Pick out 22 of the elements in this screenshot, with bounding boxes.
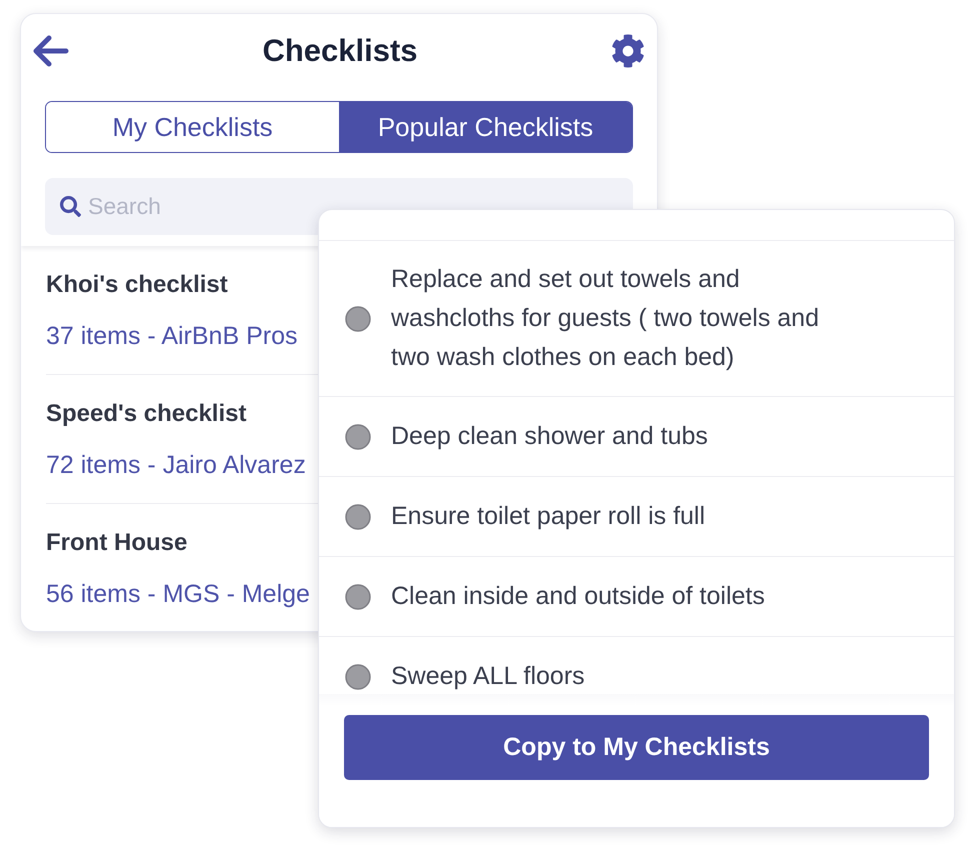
task-text: Clean inside and outside of toilets <box>391 581 765 612</box>
checklist-title[interactable]: Speed's checklist <box>46 399 246 429</box>
radio-circle-icon[interactable] <box>345 664 371 690</box>
radio-circle-icon[interactable] <box>345 504 371 530</box>
radio-circle-icon[interactable] <box>345 424 371 450</box>
tab[interactable]: Popular Checklists <box>339 102 632 152</box>
radio-circle-icon[interactable] <box>345 584 371 610</box>
checklist-meta: 37 items - AirBnB Pros <box>46 321 298 351</box>
task-text: Sweep ALL floors <box>391 661 585 692</box>
checklist-meta: 72 items - Jairo Alvarez <box>46 450 306 480</box>
checklist-meta: 56 items - MGS - Melge <box>46 579 310 609</box>
checklist-title[interactable]: Khoi's checklist <box>46 270 228 300</box>
task-text: Ensure toilet paper roll is full <box>391 501 706 532</box>
task-text: Replace and set out towels and washcloths for guests ( two towels and two wash clothes on each bed) <box>391 264 820 373</box>
copy-button[interactable]: Copy to My Checklists <box>344 715 929 780</box>
screen-title: Checklists <box>262 32 418 70</box>
checklist-title[interactable]: Front House <box>46 528 188 558</box>
search-icon <box>60 196 81 217</box>
radio-circle-icon[interactable] <box>345 306 371 332</box>
task-text: Deep clean shower and tubs <box>391 421 708 452</box>
settings-icon[interactable] <box>610 34 645 68</box>
back-arrow-icon[interactable] <box>33 35 69 67</box>
